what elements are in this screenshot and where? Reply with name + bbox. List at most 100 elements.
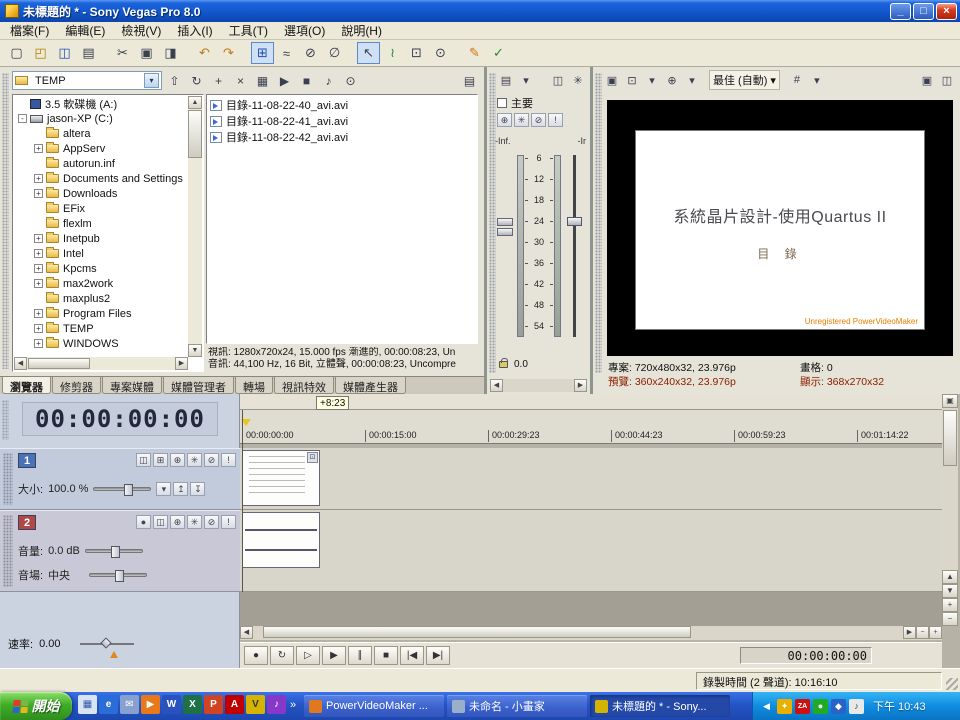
- preview-fader-groove[interactable]: [573, 155, 576, 337]
- scroll-right-icon[interactable]: ▶: [574, 379, 587, 392]
- scroll-left-icon[interactable]: ◀: [490, 379, 503, 392]
- copy-snapshot-icon[interactable]: ▣: [918, 71, 936, 89]
- grow-track-icon[interactable]: ↥: [173, 482, 188, 496]
- address-dropdown[interactable]: TEMP ▾: [12, 71, 162, 90]
- time-ruler[interactable]: 00:00:00:0000:00:15:0000:00:29:2300:00:4…: [240, 410, 942, 444]
- panel-grip[interactable]: [595, 73, 602, 373]
- new-folder-icon[interactable]: +: [208, 71, 229, 91]
- cut-icon[interactable]: ✂: [111, 42, 134, 64]
- quicklaunch-overflow-chevron[interactable]: »: [288, 699, 298, 711]
- normal-edit-tool-icon[interactable]: ↖: [357, 42, 380, 64]
- effects-icon[interactable]: ✳: [187, 515, 202, 529]
- tray-network-icon[interactable]: ◆: [831, 699, 846, 714]
- tree-item[interactable]: + Inetpub: [14, 231, 188, 246]
- start-button[interactable]: 開始: [0, 692, 72, 720]
- zoom-edit-tool-icon[interactable]: ⊙: [429, 42, 452, 64]
- go-to-end-button[interactable]: ▶|: [426, 646, 450, 665]
- cursor-time-display[interactable]: 00:00:00:00: [22, 402, 218, 436]
- menu-item[interactable]: 檢視(V): [113, 21, 169, 40]
- tree-expander[interactable]: +: [34, 339, 43, 348]
- menu-item[interactable]: 說明(H): [333, 21, 390, 40]
- panel-list-icon[interactable]: ▤: [459, 71, 480, 91]
- auto-preview-icon[interactable]: ♪: [318, 71, 339, 91]
- timeline-empty-area[interactable]: [240, 592, 942, 626]
- rate-slider[interactable]: [80, 643, 134, 645]
- tree-item[interactable]: flexlm: [14, 216, 188, 231]
- enable-snapping-icon[interactable]: ⊞: [251, 42, 274, 64]
- stop-button[interactable]: ■: [374, 646, 398, 665]
- automation-settings-icon[interactable]: ⊕: [170, 453, 185, 467]
- insert-audio-bus-icon[interactable]: ◫: [549, 71, 567, 89]
- tree-item[interactable]: + Program Files: [14, 306, 188, 321]
- timeline-horizontal-scrollbar[interactable]: ◀ ▶ − +: [240, 626, 942, 640]
- tree-horizontal-scrollbar[interactable]: ◀ ▶: [14, 357, 188, 370]
- get-media-icon[interactable]: ⊙: [340, 71, 361, 91]
- tree-item-drive-c[interactable]: - jason-XP (C:): [14, 111, 188, 126]
- tree-expander[interactable]: +: [34, 144, 43, 153]
- menu-item[interactable]: 插入(I): [169, 21, 220, 40]
- vegas-icon[interactable]: V: [246, 695, 265, 714]
- mail-icon[interactable]: ✉: [120, 695, 139, 714]
- transport-time-display[interactable]: 00:00:00:00: [740, 647, 872, 664]
- play-from-start-button[interactable]: ▷: [296, 646, 320, 665]
- shrink-track-icon[interactable]: ↧: [190, 482, 205, 496]
- tree-item[interactable]: + Downloads: [14, 186, 188, 201]
- volume-slider[interactable]: [85, 549, 143, 553]
- track-number-badge[interactable]: 1: [18, 453, 36, 468]
- properties-icon[interactable]: ▤: [77, 42, 100, 64]
- pan-crop-icon[interactable]: ⊡: [307, 452, 318, 463]
- effects-icon[interactable]: ✳: [187, 453, 202, 467]
- level-dropdown-icon[interactable]: ▾: [156, 482, 171, 496]
- excel-icon[interactable]: X: [183, 695, 202, 714]
- menu-item[interactable]: 檔案(F): [2, 21, 57, 40]
- tree-item[interactable]: maxplus2: [14, 291, 188, 306]
- size-slider[interactable]: [93, 487, 151, 491]
- panel-grip[interactable]: [2, 73, 9, 369]
- zoom-out-icon[interactable]: −: [916, 626, 929, 639]
- rate-value[interactable]: 0.00: [39, 638, 60, 650]
- redo-icon[interactable]: ↷: [217, 42, 240, 64]
- tree-item[interactable]: + WINDOWS: [14, 336, 188, 351]
- tab-project-media[interactable]: 專案媒體: [102, 377, 162, 394]
- delete-icon[interactable]: ×: [230, 71, 251, 91]
- minimize-button[interactable]: _: [890, 3, 911, 20]
- tree-item[interactable]: + TEMP: [14, 321, 188, 336]
- tree-item[interactable]: EFix: [14, 201, 188, 216]
- loop-playback-button[interactable]: ↻: [270, 646, 294, 665]
- save-icon[interactable]: ◫: [53, 42, 76, 64]
- master-fader-handles[interactable]: [497, 218, 513, 238]
- bus-icon[interactable]: [497, 98, 507, 108]
- new-project-icon[interactable]: ▢: [5, 42, 28, 64]
- track-grip[interactable]: [3, 515, 13, 587]
- menu-item[interactable]: 編輯(E): [57, 21, 113, 40]
- scroll-right-icon[interactable]: ▶: [903, 626, 916, 639]
- up-one-level-icon[interactable]: ⇧: [164, 71, 185, 91]
- zoom-in-vertical-icon[interactable]: +: [942, 598, 958, 612]
- stop-preview-icon[interactable]: ■: [296, 71, 317, 91]
- scrollbar-thumb[interactable]: [28, 358, 90, 369]
- tray-antivirus-icon[interactable]: ●: [813, 699, 828, 714]
- panel-grip[interactable]: [2, 400, 9, 440]
- scrollbar-thumb[interactable]: [943, 410, 957, 466]
- mute-icon[interactable]: ⊘: [531, 113, 546, 127]
- envelope-edit-tool-icon[interactable]: ≀: [381, 42, 404, 64]
- media-player-icon[interactable]: ▶: [141, 695, 160, 714]
- tree-item[interactable]: + Kpcms: [14, 261, 188, 276]
- tree-item[interactable]: + max2work: [14, 276, 188, 291]
- show-desktop-icon[interactable]: ▦: [78, 695, 97, 714]
- grid-dropdown-icon[interactable]: ▾: [808, 71, 826, 89]
- tree-item[interactable]: altera: [14, 126, 188, 141]
- save-snapshot-icon[interactable]: ◫: [938, 71, 956, 89]
- taskbar-clock[interactable]: 下午 10:43: [873, 698, 926, 714]
- mixer-scrollbar[interactable]: ◀ ▶: [490, 379, 587, 392]
- tree-vertical-scrollbar[interactable]: ▲ ▼: [188, 96, 202, 357]
- video-overlay-icon[interactable]: ⊕: [663, 71, 681, 89]
- mixer-list-icon[interactable]: ▤: [497, 71, 515, 89]
- volume-value[interactable]: 0.0 dB: [48, 545, 80, 557]
- overlay-dropdown-icon[interactable]: ▾: [683, 71, 701, 89]
- lock-icon[interactable]: [499, 361, 508, 368]
- tree-expander[interactable]: +: [34, 309, 43, 318]
- tab-media-manager[interactable]: 媒體管理者: [163, 377, 234, 394]
- scrollbar-thumb[interactable]: [263, 626, 691, 638]
- auto-ripple-icon[interactable]: ≈: [275, 42, 298, 64]
